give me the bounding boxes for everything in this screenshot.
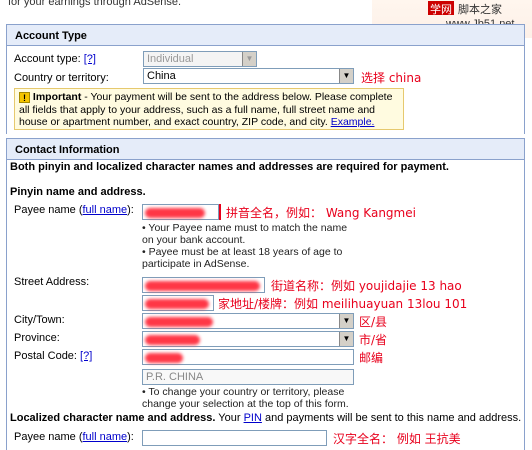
watermark-part2: 脚本之家: [458, 3, 502, 16]
postal-code-label: Postal Code: [?]: [14, 350, 93, 362]
payee-name-label: Payee name (full name):: [14, 204, 134, 216]
pin-link[interactable]: PIN: [244, 412, 262, 424]
marker-line: [219, 204, 221, 220]
account-type-title: Account Type: [15, 30, 87, 42]
postal-code-help-link[interactable]: [?]: [80, 350, 92, 362]
payee-hint-age: • Payee must be at least 18 years of age…: [142, 246, 343, 270]
chevron-down-icon: ▼: [339, 332, 353, 346]
redacted-value: [145, 353, 183, 363]
local-payee-annotation: 汉字全名： 例如 王抗美: [333, 432, 461, 446]
localized-heading: Localized character name and address.: [10, 412, 216, 424]
country-annotation: 选择 china: [361, 71, 422, 85]
city-label: City/Town:: [14, 314, 65, 326]
country-select[interactable]: China ▼: [143, 68, 354, 84]
payee-name-input[interactable]: [142, 204, 219, 220]
important-notice: ! Important - Your payment will be sent …: [14, 88, 404, 130]
redacted-value: [145, 317, 213, 327]
postal-annotation: 邮编: [359, 351, 384, 365]
account-type-label: Account type: [?]: [14, 53, 96, 65]
postal-code-input[interactable]: [142, 349, 354, 365]
country-label: Country or territory:: [14, 72, 109, 84]
street-annotation-1: 街道名称：例如 youjidajie 13 hao: [271, 279, 462, 293]
province-annotation: 市/省: [359, 333, 388, 347]
local-payee-name-label: Payee name (full name):: [14, 431, 134, 443]
localized-heading-row: Localized character name and address. Yo…: [10, 412, 522, 424]
contact-info-header: Contact Information: [6, 138, 525, 160]
account-type-help-link[interactable]: [?]: [84, 53, 96, 65]
city-select[interactable]: ▼: [142, 313, 354, 329]
province-label: Province:: [14, 332, 60, 344]
account-type-select: Individual ▼: [143, 51, 257, 67]
redacted-value: [145, 335, 200, 345]
warning-icon: !: [19, 92, 30, 103]
province-select[interactable]: ▼: [142, 331, 354, 347]
chevron-down-icon: ▼: [339, 69, 353, 83]
street-address-line1[interactable]: [142, 277, 265, 293]
top-intro-text: for your earnings through AdSense.: [8, 0, 182, 8]
local-payee-full-name-link[interactable]: full name: [83, 431, 128, 443]
street-annotation-2: 家地址/楼牌：例如 meilihuayuan 13lou 101: [218, 297, 468, 311]
contact-info-title: Contact Information: [15, 144, 120, 156]
chevron-down-icon: ▼: [242, 52, 256, 66]
payee-annotation: 拼音全名，例如： Wang Kangmei: [226, 206, 416, 220]
street-address-label: Street Address:: [14, 276, 90, 288]
pinyin-heading: Pinyin name and address.: [10, 186, 146, 198]
redacted-value: [145, 281, 260, 291]
country-display-field: P.R. CHINA: [142, 369, 354, 385]
watermark-part1: 学网: [428, 1, 454, 16]
contact-intro: Both pinyin and localized character name…: [10, 161, 449, 173]
chevron-down-icon: ▼: [339, 314, 353, 328]
payee-hint-bank: • Your Payee name must to match the name…: [142, 222, 348, 246]
redacted-value: [145, 299, 209, 309]
country-change-hint: • To change your country or territory, p…: [142, 386, 349, 410]
city-annotation: 区/县: [359, 315, 388, 329]
street-address-line2[interactable]: [142, 295, 214, 311]
example-link[interactable]: Example.: [331, 116, 375, 128]
important-title: Important: [32, 91, 82, 103]
local-payee-name-input[interactable]: [142, 430, 327, 446]
payee-full-name-link[interactable]: full name: [83, 204, 128, 216]
account-type-header: Account Type: [6, 24, 525, 46]
redacted-value: [145, 208, 205, 218]
